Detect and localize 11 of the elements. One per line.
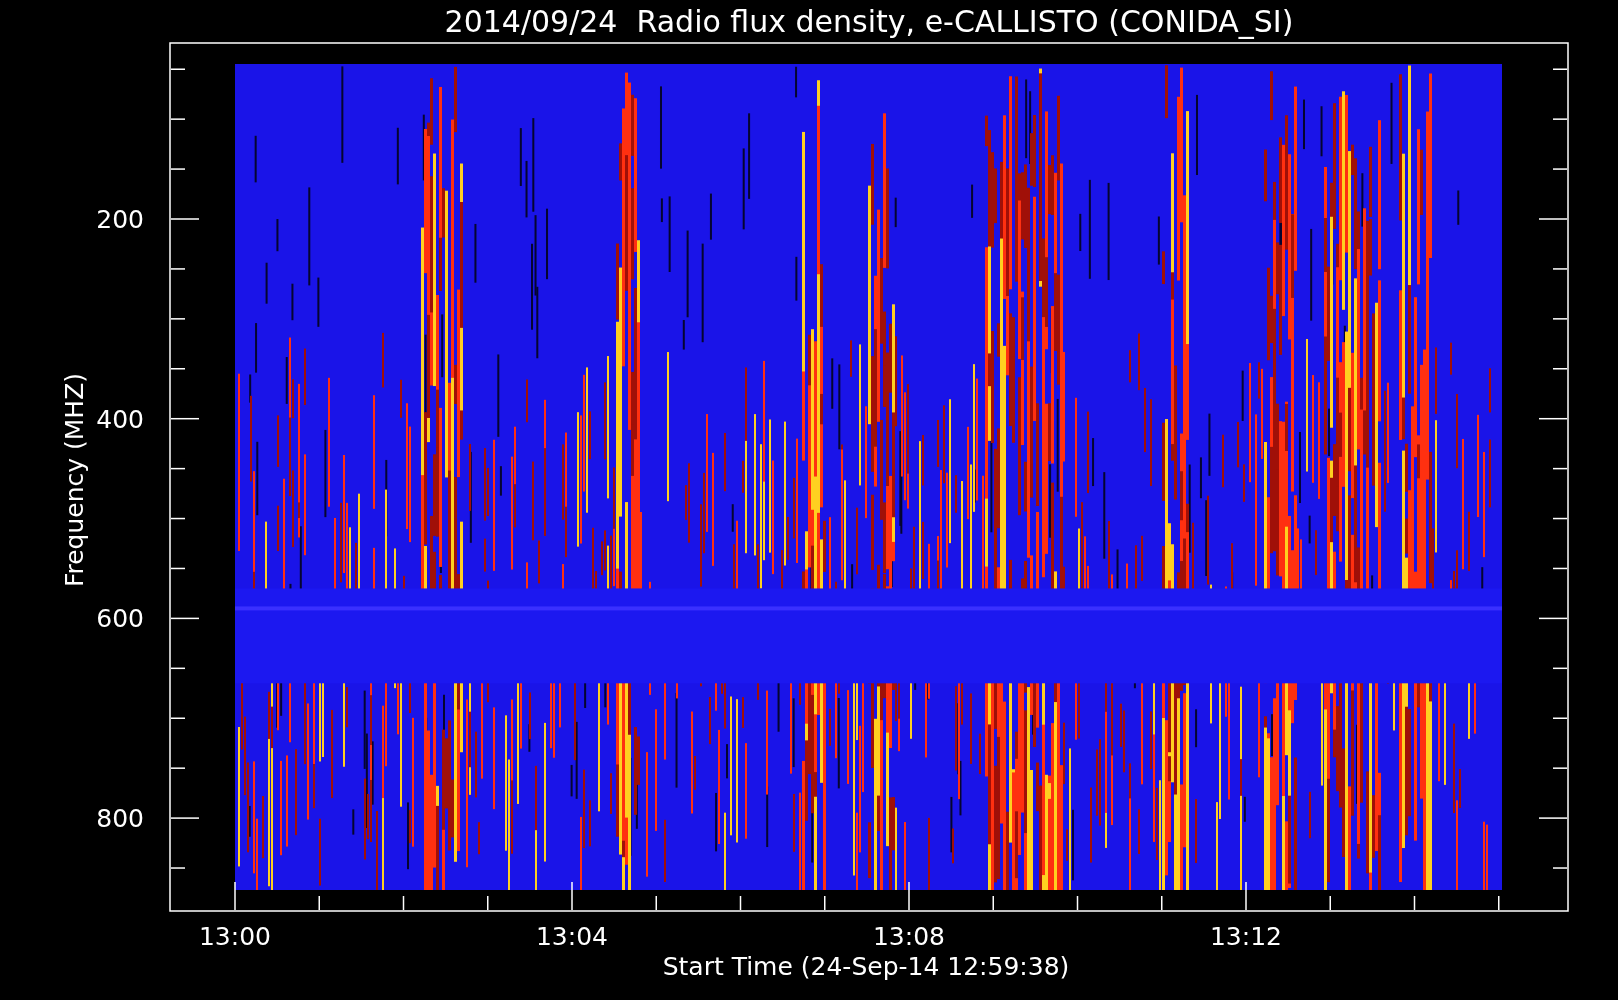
tick-label: 800	[96, 804, 144, 834]
tick-label: 600	[96, 604, 144, 634]
tick-label: 400	[96, 404, 144, 434]
chart-title: 2014/09/24 Radio flux density, e-CALLISTO (CONIDA_SI)	[444, 4, 1294, 39]
tick-label: 13:04	[536, 922, 608, 951]
axis-title: Start Time (24-Sep-14 12:59:38)	[662, 952, 1070, 981]
axis-title: Frequency (MHZ)	[60, 372, 89, 588]
tick-label: 200	[96, 205, 144, 234]
tick-label: 13:00	[199, 922, 271, 951]
tick-label: 13:12	[1210, 922, 1282, 951]
tick-label: 13:08	[873, 922, 945, 951]
